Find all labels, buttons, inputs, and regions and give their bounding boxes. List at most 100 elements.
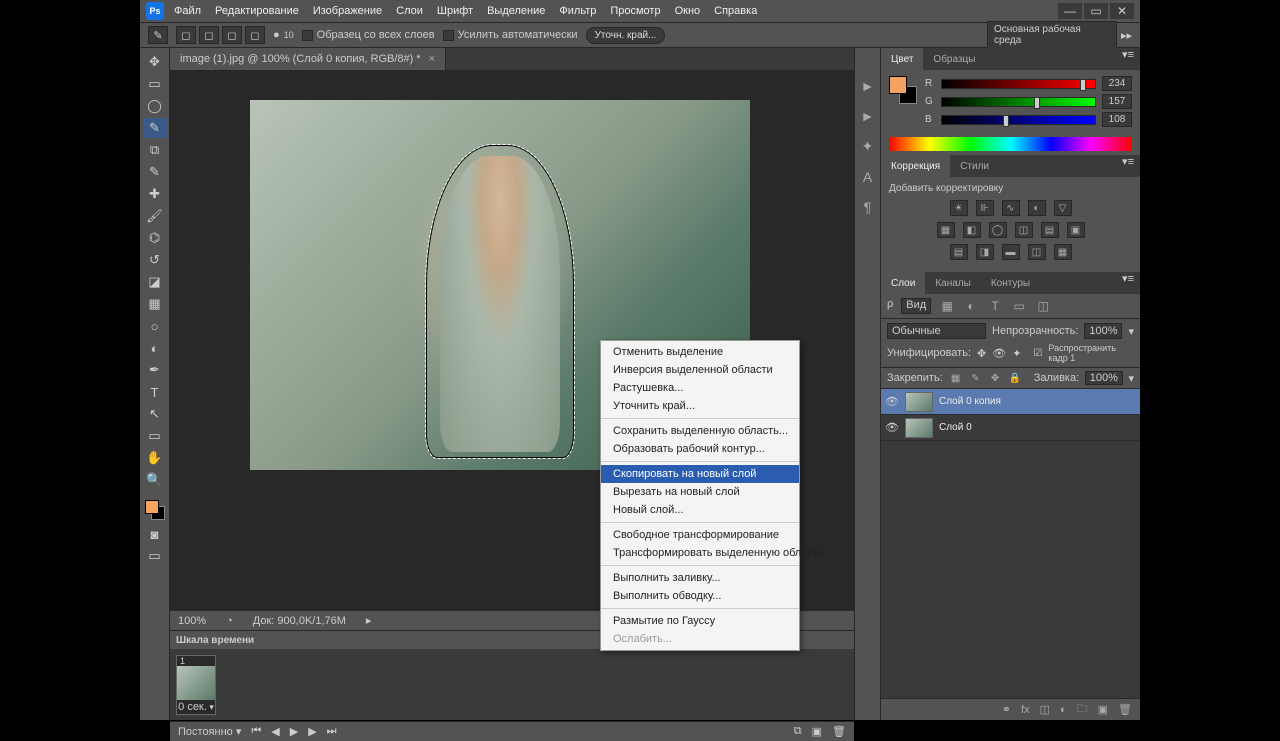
ctx-save-selection[interactable]: Сохранить выделенную область... [601,422,799,440]
brush-preview-icon[interactable]: ● [273,29,280,41]
visibility-icon[interactable]: 👁 [885,421,899,434]
photofilter-adj-icon[interactable]: ◯ [989,222,1007,238]
r-value[interactable]: 234 [1102,76,1132,91]
eyedropper-tool[interactable]: ✎ [143,162,167,182]
workspace-dropdown[interactable]: Основная рабочая среда [987,21,1117,49]
layer-fx-icon[interactable]: fx [1021,704,1030,716]
filter-shape-icon[interactable]: ▭ [1011,298,1027,314]
link-layers-icon[interactable]: ⚭ [1002,703,1011,716]
menu-edit[interactable]: Редактирование [215,5,299,17]
expand-status-icon[interactable]: ◔ [226,615,233,627]
fill-dropdown-icon[interactable]: ▾ [1129,372,1135,385]
vibrance-adj-icon[interactable]: ▽ [1054,200,1072,216]
paths-tab[interactable]: Контуры [981,272,1040,294]
properties-panel-icon[interactable]: ✦ [862,138,874,155]
timeline-frame[interactable]: 1 0 сек. ▾ [176,655,216,715]
fg-color-swatch[interactable] [889,76,907,94]
sub-sel-icon[interactable]: ◻ [222,26,242,44]
blend-mode-dropdown[interactable]: Обычные [887,323,986,339]
unify-position-icon[interactable]: ✥ [977,347,986,360]
maximize-button[interactable]: ▭ [1084,3,1108,19]
character-panel-icon[interactable]: A [863,169,872,185]
delete-frame-icon[interactable]: 🗑 [832,725,846,738]
lock-position-icon[interactable]: ✥ [988,371,1002,385]
history-panel-icon[interactable]: ► [861,78,875,94]
marquee-tool[interactable]: ▭ [143,74,167,94]
duplicate-frame-icon[interactable]: ▣ [812,725,822,738]
menu-file[interactable]: Файл [174,5,201,17]
filter-type-icon[interactable]: T [987,298,1003,314]
layer-thumbnail[interactable] [905,392,933,412]
lasso-tool[interactable]: ◯ [143,96,167,116]
exposure-adj-icon[interactable]: ◐ [1028,200,1046,216]
ctx-free-transform[interactable]: Свободное трансформирование [601,526,799,544]
brush-tool[interactable]: 🖌 [143,206,167,226]
g-slider[interactable] [941,97,1096,107]
blur-tool[interactable]: ○ [143,316,167,336]
close-tab-icon[interactable]: × [429,53,435,65]
gradient-tool[interactable]: ▦ [143,294,167,314]
mixer-adj-icon[interactable]: ◫ [1015,222,1033,238]
history-brush-tool[interactable]: ↺ [143,250,167,270]
layer-name[interactable]: Слой 0 копия [939,396,1001,407]
menu-layer[interactable]: Слои [396,5,423,17]
frame-duration[interactable]: 0 сек. ▾ [177,700,215,714]
lock-pixels-icon[interactable]: ✎ [969,371,983,385]
stamp-tool[interactable]: ⌬ [143,228,167,248]
swatches-tab[interactable]: Образцы [923,48,985,70]
filter-pixel-icon[interactable]: ▦ [939,298,955,314]
ctx-deselect[interactable]: Отменить выделение [601,343,799,361]
next-frame-icon[interactable]: ▶ [308,725,316,738]
r-slider[interactable] [941,79,1096,89]
hand-tool[interactable]: ✋ [143,448,167,468]
color-swatch-pair[interactable] [889,76,917,104]
styles-tab[interactable]: Стили [950,155,999,177]
lock-all-icon[interactable]: 🔒 [1008,371,1022,385]
filter-adj-icon[interactable]: ◐ [963,298,979,314]
actions-panel-icon[interactable]: ► [861,108,875,124]
menu-view[interactable]: Просмотр [610,5,660,17]
last-frame-icon[interactable]: ⏭ [327,725,337,738]
layer-name[interactable]: Слой 0 [939,422,972,433]
menu-window[interactable]: Окно [675,5,701,17]
menu-filter[interactable]: Фильтр [559,5,596,17]
menu-image[interactable]: Изображение [313,5,382,17]
opacity-input[interactable]: 100% [1084,323,1122,339]
close-button[interactable]: ✕ [1110,3,1134,19]
path-selection-tool[interactable]: ↖ [143,404,167,424]
brush-size[interactable]: 10 [284,30,294,40]
type-tool[interactable]: T [143,382,167,402]
delete-layer-icon[interactable]: 🗑 [1118,703,1132,716]
crop-tool[interactable]: ⧉ [143,140,167,160]
panel-menu-icon[interactable]: ▾≡ [1116,272,1140,294]
quickmask-tool[interactable]: ◙ [143,524,167,544]
ctx-gaussian-blur[interactable]: Размытие по Гауссу [601,612,799,630]
visibility-icon[interactable]: 👁 [885,395,899,408]
ctx-cut-to-new-layer[interactable]: Вырезать на новый слой [601,483,799,501]
play-icon[interactable]: ▶ [290,725,298,738]
adjustments-tab[interactable]: Коррекция [881,155,950,177]
menu-type[interactable]: Шрифт [437,5,473,17]
filter-smart-icon[interactable]: ◫ [1035,298,1051,314]
paragraph-panel-icon[interactable]: ¶ [864,199,872,215]
menu-select[interactable]: Выделение [487,5,545,17]
sample-all-checkbox[interactable]: Образец со всех слоев [302,29,435,41]
opacity-dropdown-icon[interactable]: ▾ [1128,325,1134,338]
ctx-new-layer[interactable]: Новый слой... [601,501,799,519]
brightness-adj-icon[interactable]: ☀ [950,200,968,216]
ctx-make-workpath[interactable]: Образовать рабочий контур... [601,440,799,458]
gradmap-adj-icon[interactable]: ▬ [1002,244,1020,260]
first-frame-icon[interactable]: ⏮ [251,725,261,738]
adjustment-layer-icon[interactable]: ◐ [1060,704,1067,716]
minimize-button[interactable]: — [1058,3,1082,19]
ctx-transform-selection[interactable]: Трансформировать выделенную область [601,544,799,562]
layer-mask-icon[interactable]: ◫ [1040,703,1050,716]
intersect-sel-icon[interactable]: ◻ [245,26,265,44]
auto-enhance-checkbox[interactable]: Усилить автоматически [443,29,578,41]
document-tab[interactable]: image (1).jpg @ 100% (Слой 0 копия, RGB/… [170,48,446,70]
levels-adj-icon[interactable]: ⊪ [976,200,994,216]
rectangle-tool[interactable]: ▭ [143,426,167,446]
ctx-feather[interactable]: Растушевка... [601,379,799,397]
fill-input[interactable]: 100% [1085,371,1122,385]
hue-adj-icon[interactable]: ▦ [937,222,955,238]
